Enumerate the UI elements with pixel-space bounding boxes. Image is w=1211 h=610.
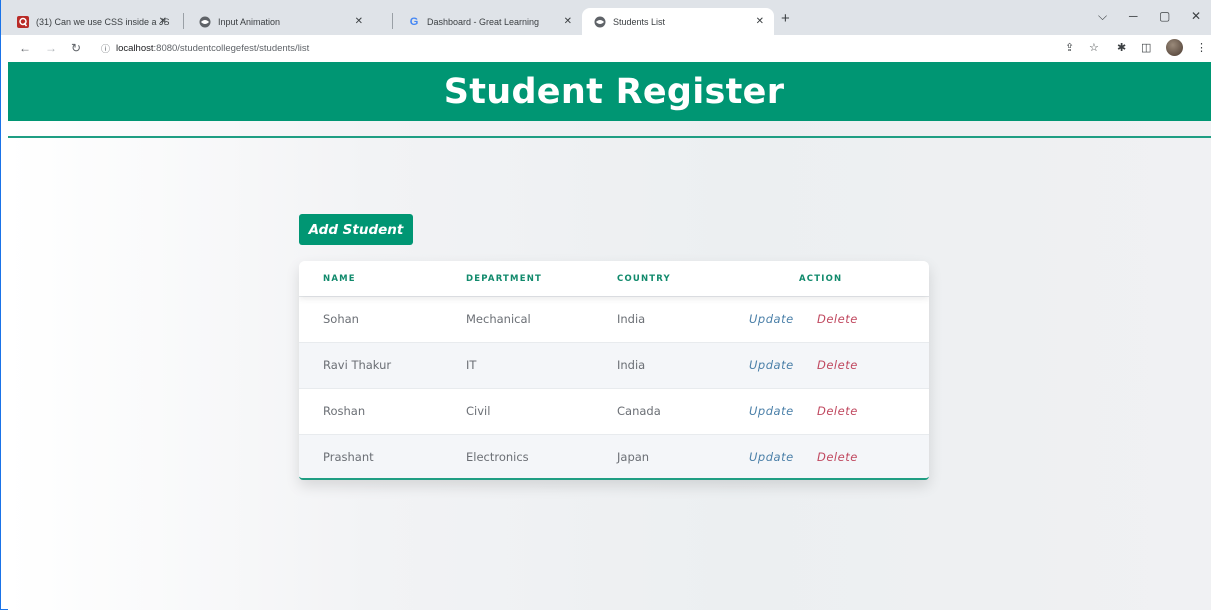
- info-icon[interactable]: ⓘ: [101, 42, 110, 55]
- tab-students-list[interactable]: Students List ✕: [582, 8, 774, 35]
- maximize-button[interactable]: ▢: [1159, 9, 1170, 23]
- update-link[interactable]: Update: [749, 450, 794, 464]
- tab-title: Students List: [613, 16, 666, 27]
- url-host: localhost: [116, 43, 154, 54]
- update-link[interactable]: Update: [749, 404, 794, 418]
- delete-link[interactable]: Delete: [817, 312, 858, 326]
- cell-country: Japan: [617, 450, 650, 464]
- cell-department: Electronics: [466, 450, 529, 464]
- table-row: Roshan Civil Canada Update Delete: [299, 388, 929, 434]
- cell-name: Prashant: [323, 450, 374, 464]
- google-icon: G: [409, 15, 419, 28]
- side-panel-icon[interactable]: ◫: [1141, 41, 1151, 54]
- close-window-button[interactable]: ✕: [1191, 9, 1201, 23]
- table-row: Sohan Mechanical India Update Delete: [299, 296, 929, 342]
- cell-department: IT: [466, 358, 477, 372]
- tab-title: Input Animation: [218, 16, 281, 27]
- menu-icon[interactable]: ⋮: [1196, 41, 1207, 54]
- back-icon[interactable]: ←: [19, 41, 31, 55]
- tab-great-learning[interactable]: G Dashboard - Great Learning ✕: [396, 8, 582, 35]
- cell-department: Mechanical: [466, 312, 531, 326]
- tab-divider: [392, 13, 393, 29]
- new-tab-button[interactable]: +: [781, 10, 790, 27]
- tab-title: (31) Can we use CSS inside a JSP: [36, 16, 170, 27]
- address-toolbar: ← → ↻ ⓘ localhost :8080/studentcollegefe…: [1, 35, 1211, 62]
- tab-search-icon[interactable]: ⌵: [1098, 9, 1107, 24]
- close-icon[interactable]: ✕: [564, 16, 572, 27]
- forward-icon[interactable]: →: [45, 41, 57, 55]
- browser-window: (31) Can we use CSS inside a JSP ✕ Input…: [0, 0, 1211, 610]
- students-table: NAME DEPARTMENT COUNTRY ACTION Sohan Mec…: [299, 261, 929, 480]
- minimize-button[interactable]: ─: [1129, 9, 1138, 23]
- close-icon[interactable]: ✕: [756, 16, 764, 27]
- quora-icon: [17, 15, 29, 28]
- tab-input-animation[interactable]: Input Animation ✕: [187, 8, 373, 35]
- close-icon[interactable]: ✕: [355, 16, 363, 27]
- column-header-country: COUNTRY: [617, 273, 671, 284]
- table-row: Prashant Electronics Japan Update Delete: [299, 434, 929, 478]
- delete-link[interactable]: Delete: [817, 404, 858, 418]
- cell-name: Roshan: [323, 404, 366, 418]
- tab-quora[interactable]: (31) Can we use CSS inside a JSP ✕: [5, 8, 177, 35]
- profile-avatar[interactable]: [1166, 39, 1183, 56]
- tab-title: Dashboard - Great Learning: [427, 16, 540, 27]
- delete-link[interactable]: Delete: [817, 358, 858, 372]
- bookmark-star-icon[interactable]: ☆: [1089, 41, 1099, 54]
- cell-country: India: [617, 312, 646, 326]
- address-bar[interactable]: ⓘ localhost :8080/studentcollegefest/stu…: [101, 42, 309, 55]
- tab-divider: [183, 13, 184, 29]
- add-student-button[interactable]: Add Student: [299, 214, 413, 245]
- table-header: NAME DEPARTMENT COUNTRY ACTION: [299, 261, 929, 296]
- globe-icon: [199, 16, 211, 28]
- reload-icon[interactable]: ↻: [71, 41, 81, 55]
- cell-department: Civil: [466, 404, 491, 418]
- column-header-action: ACTION: [799, 273, 843, 284]
- table-row: Ravi Thakur IT India Update Delete: [299, 342, 929, 388]
- update-link[interactable]: Update: [749, 312, 794, 326]
- header-divider: [8, 136, 1211, 138]
- share-icon[interactable]: ⇪: [1065, 41, 1074, 54]
- delete-link[interactable]: Delete: [817, 450, 858, 464]
- cell-name: Ravi Thakur: [323, 358, 392, 372]
- update-link[interactable]: Update: [749, 358, 794, 372]
- globe-icon: [594, 16, 606, 28]
- page-header: Student Register: [8, 62, 1211, 121]
- extensions-icon[interactable]: ✱: [1117, 41, 1126, 54]
- url-path: :8080/studentcollegefest/students/list: [153, 43, 310, 54]
- page-content: Student Register Add Student NAME DEPART…: [8, 62, 1211, 610]
- close-icon[interactable]: ✕: [159, 16, 167, 27]
- cell-name: Sohan: [323, 312, 359, 326]
- tab-strip: (31) Can we use CSS inside a JSP ✕ Input…: [1, 0, 1211, 35]
- column-header-name: NAME: [323, 273, 356, 284]
- page-title: Student Register: [443, 71, 785, 112]
- cell-country: India: [617, 358, 646, 372]
- column-header-department: DEPARTMENT: [466, 273, 543, 284]
- cell-country: Canada: [617, 404, 661, 418]
